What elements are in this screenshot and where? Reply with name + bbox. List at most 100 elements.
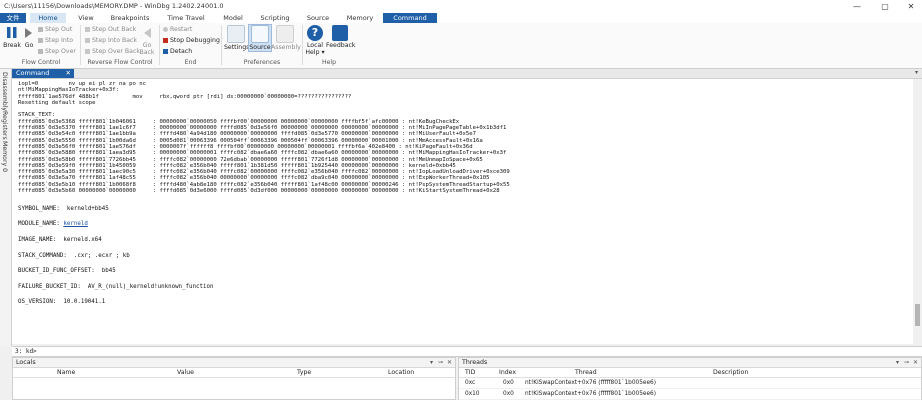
- image-name-line: IMAGE_NAME: kerneld.x64: [12, 235, 913, 251]
- settings-icon: [227, 25, 245, 43]
- os-version-key: OS_VERSION:: [18, 299, 57, 306]
- pin-icon[interactable]: ⊸: [904, 358, 909, 367]
- stop-debugging-button[interactable]: Stop Debugging: [163, 37, 220, 44]
- column-type[interactable]: Type: [297, 368, 311, 377]
- detach-button[interactable]: Detach: [163, 48, 192, 55]
- bucket-id-func-offset-line: BUCKET_ID_FUNC_OFFSET: bb45: [12, 266, 913, 282]
- column-tid[interactable]: TID: [465, 368, 475, 377]
- step-out-back-icon: [85, 26, 90, 32]
- column-location[interactable]: Location: [388, 368, 414, 377]
- restart-button[interactable]: Restart: [163, 26, 192, 33]
- locals-title: Locals: [16, 359, 36, 366]
- stack-command-line: STACK_COMMAND: .cxr; .ecxr ; kb: [12, 251, 913, 267]
- tab-source[interactable]: Source: [302, 13, 334, 23]
- pin-icon[interactable]: ⊸: [438, 358, 443, 367]
- feedback-label: Feedback: [326, 42, 356, 49]
- failure-bucket-id-key: FAILURE_BUCKET_ID:: [18, 283, 81, 290]
- side-tab-memory-0[interactable]: Memory 0: [1, 141, 8, 172]
- locals-pane: Locals ▾ ⊸ ✕ Name Value Type Location: [12, 357, 456, 400]
- debugger-output-text: iopl=0 nv up ei pl zr na po nc nt!MiMapp…: [18, 81, 510, 195]
- column-description[interactable]: Description: [713, 368, 748, 377]
- go-button[interactable]: Go: [21, 25, 37, 49]
- module-name-link[interactable]: kerneld: [63, 221, 87, 227]
- settings-button[interactable]: Settings: [224, 25, 249, 51]
- step-over-label: Step Over: [45, 48, 76, 55]
- local-help-button[interactable]: ? Local Help ▾: [304, 25, 326, 56]
- chevron-down-icon[interactable]: ▾: [915, 69, 918, 76]
- step-over-back-button[interactable]: Step Over Back: [85, 48, 140, 55]
- os-version-line: OS_VERSION: 10.0.19041.1: [12, 297, 913, 313]
- restart-icon: [163, 26, 168, 32]
- symbol-name-key: SYMBOL_NAME:: [18, 205, 60, 212]
- command-input[interactable]: [40, 347, 910, 355]
- step-into-back-icon: [85, 37, 90, 43]
- step-over-button[interactable]: Step Over: [38, 48, 76, 55]
- feedback-button[interactable]: Feedback: [326, 25, 356, 49]
- output-scrollbar[interactable]: [913, 79, 922, 344]
- tab-home[interactable]: Home: [30, 13, 66, 23]
- thread-row[interactable]: 0x10 0x0 nt!KiSwapContext+0x76 (fffff801…: [459, 389, 921, 400]
- feedback-icon: [332, 25, 348, 41]
- assembly-label: Assembly: [271, 44, 301, 51]
- restart-label: Restart: [170, 26, 193, 33]
- close-icon[interactable]: ✕: [66, 69, 71, 78]
- column-name[interactable]: Name: [57, 368, 75, 377]
- tab-model[interactable]: Model: [218, 13, 248, 23]
- close-window-button[interactable]: ✕: [900, 0, 922, 13]
- tab-command[interactable]: Command: [383, 13, 437, 23]
- bucket-id-func-offset-value: bb45: [101, 268, 116, 275]
- tab-command-window[interactable]: Command ✕: [12, 69, 74, 78]
- go-back-button[interactable]: Go Back: [138, 25, 156, 56]
- tab-scripting[interactable]: Scripting: [256, 13, 294, 23]
- step-out-icon: [38, 26, 43, 32]
- close-icon[interactable]: ✕: [447, 358, 452, 367]
- chevron-down-icon[interactable]: ▾: [896, 358, 899, 367]
- command-prompt: 3: kd>: [12, 346, 922, 357]
- ribbon-separator: [159, 25, 160, 65]
- go-back-icon: [139, 25, 155, 41]
- break-button[interactable]: Break: [2, 25, 22, 49]
- thread-location: nt!KiSwapContext+0x76 (fffff801`1b005ee6…: [525, 380, 657, 386]
- source-button[interactable]: Source: [248, 24, 272, 52]
- tab-time-travel[interactable]: Time Travel: [160, 13, 212, 23]
- prompt-label: 3: kd>: [15, 348, 37, 355]
- column-index[interactable]: Index: [499, 368, 516, 377]
- stop-icon: [163, 37, 168, 43]
- tab-file[interactable]: 文件: [0, 13, 26, 23]
- threads-header: Threads ▾ ⊸ ✕: [459, 358, 921, 368]
- title-bar: C:\Users\11156\Downloads\MEMORY.DMP - Wi…: [0, 0, 922, 14]
- chevron-down-icon[interactable]: ▾: [430, 358, 433, 367]
- step-out-button[interactable]: Step Out: [38, 26, 72, 33]
- thread-location: nt!KiSwapContext+0x76 (fffff801`1b005ee6…: [525, 391, 657, 397]
- side-tab-disassembly[interactable]: Disassembly: [1, 72, 8, 111]
- scrollbar-thumb[interactable]: [915, 304, 920, 326]
- assembly-button[interactable]: Assembly: [271, 25, 301, 51]
- step-into-back-button[interactable]: Step Into Back: [85, 37, 137, 44]
- tab-view[interactable]: View: [70, 13, 102, 23]
- tab-breakpoints[interactable]: Breakpoints: [108, 13, 152, 23]
- failure-bucket-id-line: FAILURE_BUCKET_ID: AV_R_(null)_kerneld!u…: [12, 282, 913, 298]
- detach-label: Detach: [170, 48, 193, 55]
- column-thread[interactable]: Thread: [575, 368, 597, 377]
- side-tab-registers[interactable]: Registers: [1, 111, 8, 140]
- column-value[interactable]: Value: [177, 368, 194, 377]
- step-out-back-button[interactable]: Step Out Back: [85, 26, 136, 33]
- source-label: Source: [249, 44, 271, 51]
- symbol-name-line: SYMBOL_NAME: kerneld+bb45: [12, 204, 913, 220]
- window-title: C:\Users\11156\Downloads\MEMORY.DMP - Wi…: [4, 2, 224, 10]
- locals-column-header: Name Value Type Location: [13, 368, 455, 378]
- close-icon[interactable]: ✕: [913, 358, 918, 367]
- go-label: Go: [24, 42, 34, 49]
- source-icon: [251, 25, 269, 43]
- minimize-button[interactable]: —: [846, 0, 868, 13]
- tab-memory[interactable]: Memory: [341, 13, 379, 23]
- command-tab-row: Command ✕ ▾: [12, 69, 922, 79]
- module-name-key: MODULE_NAME:: [18, 221, 60, 228]
- ribbon-separator: [80, 25, 81, 65]
- step-into-label: Step Into: [45, 37, 74, 44]
- step-into-button[interactable]: Step Into: [38, 37, 73, 44]
- ribbon-separator: [221, 25, 222, 65]
- thread-row[interactable]: 0xc 0x0 nt!KiSwapContext+0x76 (fffff801`…: [459, 378, 921, 389]
- maximize-button[interactable]: ▢: [874, 0, 896, 13]
- help-icon: ?: [307, 25, 323, 41]
